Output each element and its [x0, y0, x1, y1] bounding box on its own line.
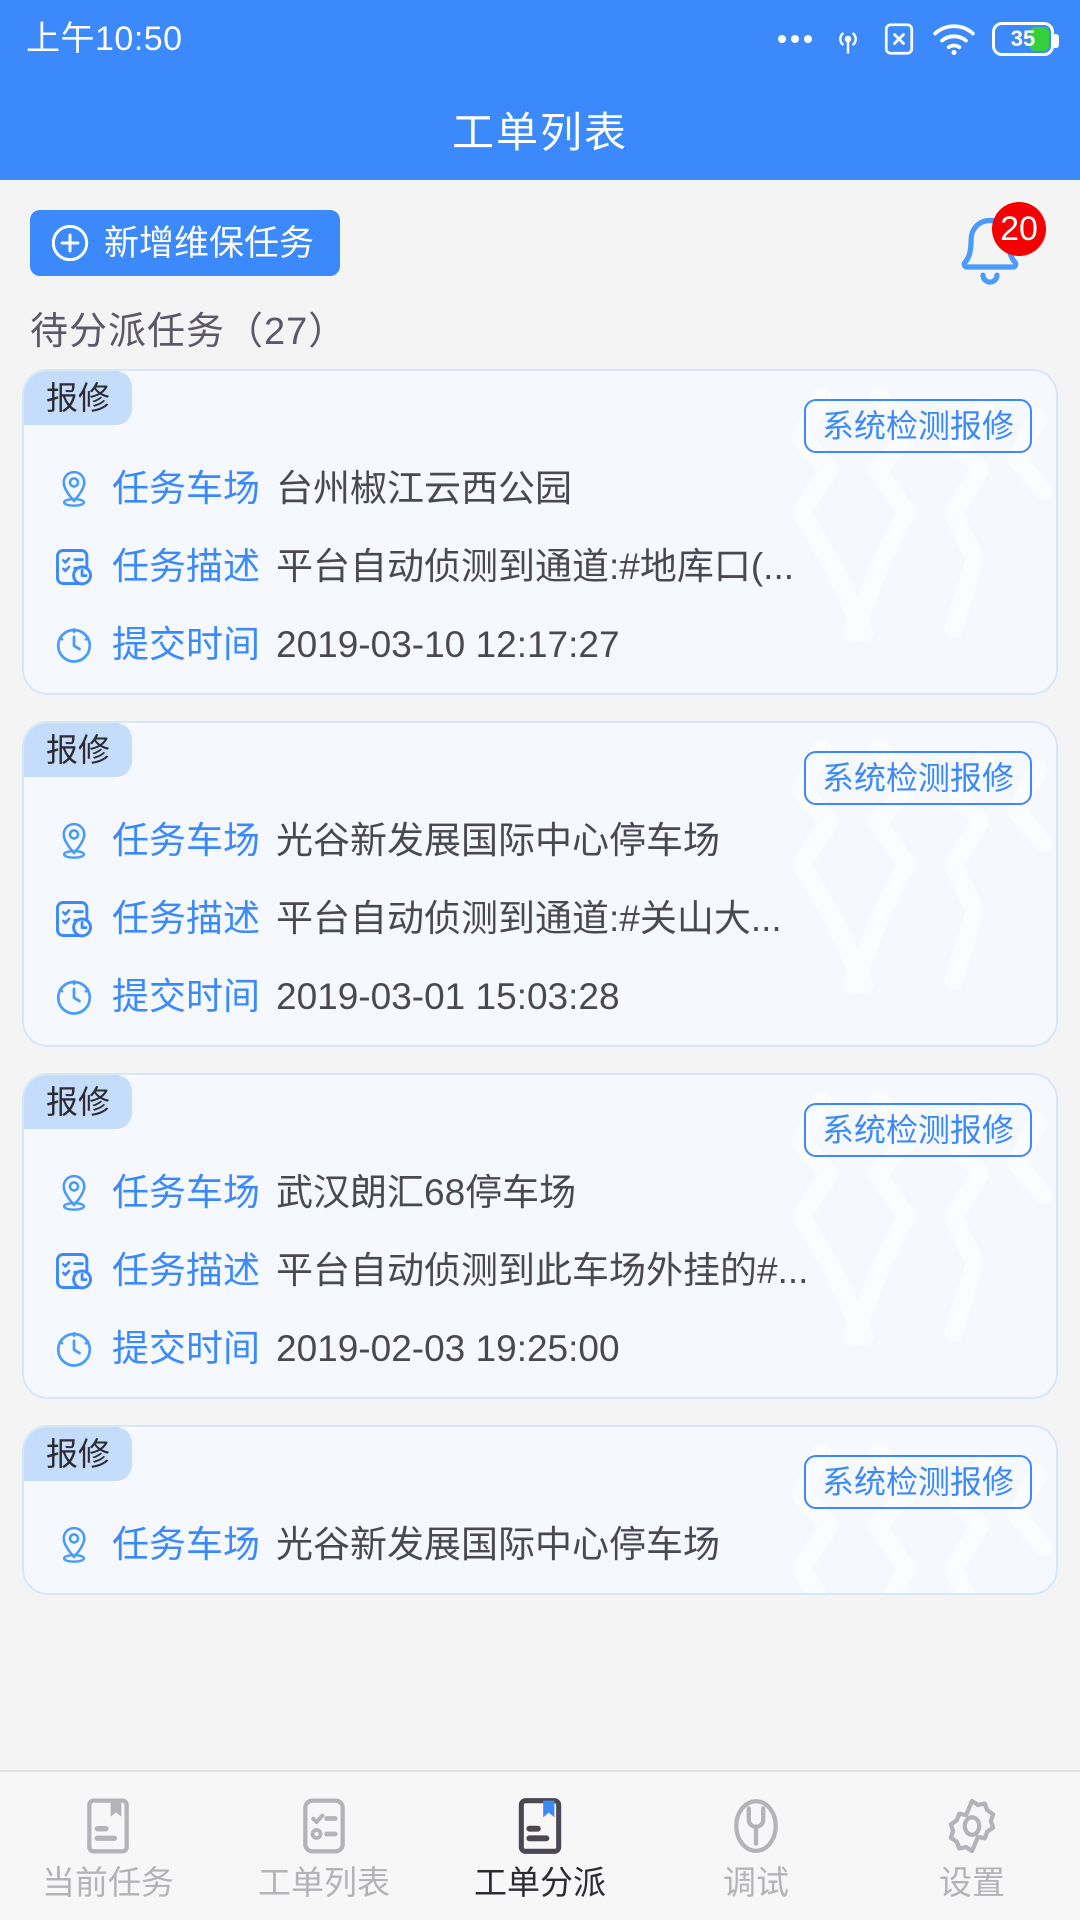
task-time-value: 2019-03-10 12:17:27: [276, 624, 620, 665]
task-source-badge: 系统检测报修: [803, 751, 1032, 805]
task-time-row: 提交时间 2019-03-10 12:17:27: [24, 623, 1056, 667]
task-description-row: 任务描述 平台自动侦测到通道:#地库口(...: [24, 545, 1056, 589]
task-card[interactable]: 报修 系统检测报修 任务车场 武汉朗汇68停车场 任务描述 平台自动侦测到此车场…: [22, 1073, 1058, 1399]
task-source-badge: 系统检测报修: [803, 399, 1032, 453]
battery-icon: 35: [992, 22, 1059, 56]
wrench-icon: [734, 1798, 778, 1853]
add-maintenance-task-label: 新增维保任务: [104, 223, 315, 263]
more-dots-icon: [778, 35, 812, 43]
notification-badge: 20: [992, 202, 1046, 256]
document-bookmark-filled-icon: [518, 1797, 562, 1854]
task-time-row: 提交时间 2019-02-03 19:25:00: [24, 1327, 1056, 1371]
task-time-label: 提交时间: [112, 975, 260, 1017]
task-time-value: 2019-02-03 19:25:00: [276, 1328, 620, 1369]
location-pin-icon: [62, 1526, 86, 1563]
clock-icon: [56, 1331, 92, 1367]
nfc-icon: [839, 32, 857, 54]
sim-x-icon: [884, 23, 914, 55]
task-site-value: 武汉朗汇68停车场: [276, 1172, 577, 1213]
app-root: 上午10:50 35 工单列表 新增维保任务 20 待分派任务（27） 报修 系…: [0, 0, 1080, 1920]
task-card[interactable]: 报修 系统检测报修 任务车场 光谷新发展国际中心停车场: [22, 1425, 1058, 1595]
task-type-badge: 报修: [24, 371, 133, 425]
task-description-label: 任务描述: [112, 1249, 260, 1291]
task-time-row: 提交时间 2019-03-01 15:03:28: [24, 975, 1056, 1019]
task-description-value: 平台自动侦测到通道:#地库口(...: [276, 546, 795, 587]
task-site-row: 任务车场 光谷新发展国际中心停车场: [24, 819, 1056, 863]
toolbar: 新增维保任务 20: [0, 180, 1080, 294]
status-bar-icons: 35: [778, 21, 1059, 57]
clock-icon: [56, 979, 92, 1015]
task-site-label: 任务车场: [112, 1523, 260, 1565]
plus-circle-icon: [51, 224, 89, 262]
task-type-badge: 报修: [24, 1075, 133, 1129]
clipboard-clock-icon: [56, 901, 92, 938]
card-header: 报修 系统检测报修: [24, 1427, 1056, 1523]
task-time-value: 2019-03-01 15:03:28: [276, 976, 620, 1017]
task-site-row: 任务车场 武汉朗汇68停车场: [24, 1171, 1056, 1215]
tab-order-assign-label: 工单分派: [474, 1863, 606, 1901]
gear-icon: [948, 1798, 996, 1853]
clipboard-clock-icon: [56, 1253, 92, 1290]
task-description-label: 任务描述: [112, 897, 260, 939]
tab-current-task[interactable]: 当前任务: [0, 1772, 216, 1920]
task-site-label: 任务车场: [112, 467, 260, 509]
task-site-row: 任务车场 台州椒江云西公园: [24, 467, 1056, 511]
clock-icon: [56, 627, 92, 663]
task-description-row: 任务描述 平台自动侦测到通道:#关山大...: [24, 897, 1056, 941]
task-type-badge: 报修: [24, 1427, 133, 1481]
task-site-row: 任务车场 光谷新发展国际中心停车场: [24, 1523, 1056, 1567]
location-pin-icon: [62, 1174, 86, 1211]
wifi-icon: [933, 24, 975, 56]
tab-order-list[interactable]: 工单列表: [216, 1772, 432, 1920]
card-header: 报修 系统检测报修: [24, 371, 1056, 467]
battery-level: 35: [1010, 26, 1036, 51]
status-bar-time: 上午10:50: [26, 20, 183, 58]
status-bar: 上午10:50 35: [0, 0, 1080, 78]
tab-settings-label: 设置: [939, 1863, 1005, 1901]
tab-settings[interactable]: 设置: [864, 1772, 1080, 1920]
task-site-label: 任务车场: [112, 1171, 260, 1213]
section-title: 待分派任务（27）: [30, 311, 348, 353]
tab-debug[interactable]: 调试: [648, 1772, 864, 1920]
location-pin-icon: [62, 470, 86, 507]
task-site-value: 光谷新发展国际中心停车场: [276, 1524, 720, 1565]
task-time-label: 提交时间: [112, 623, 260, 665]
app-bar: 工单列表: [0, 78, 1080, 180]
bottom-tab-bar: 当前任务 工单列表 工单分派 调试 设置: [0, 1770, 1080, 1920]
task-list[interactable]: 报修 系统检测报修 任务车场 台州椒江云西公园 任务描述 平台自动侦测到通道:#…: [0, 369, 1080, 1770]
task-source-badge: 系统检测报修: [803, 1455, 1032, 1509]
task-card[interactable]: 报修 系统检测报修 任务车场 台州椒江云西公园 任务描述 平台自动侦测到通道:#…: [22, 369, 1058, 695]
tab-order-assign[interactable]: 工单分派: [432, 1772, 648, 1920]
card-header: 报修 系统检测报修: [24, 1075, 1056, 1171]
task-site-value: 光谷新发展国际中心停车场: [276, 820, 720, 861]
tab-debug-label: 调试: [723, 1863, 789, 1901]
task-description-label: 任务描述: [112, 545, 260, 587]
task-description-row: 任务描述 平台自动侦测到此车场外挂的#...: [24, 1249, 1056, 1293]
task-site-value: 台州椒江云西公园: [276, 468, 572, 509]
task-site-label: 任务车场: [112, 819, 260, 861]
task-card[interactable]: 报修 系统检测报修 任务车场 光谷新发展国际中心停车场: [22, 721, 1058, 1047]
tab-current-task-label: 当前任务: [42, 1863, 174, 1901]
document-bookmark-icon: [87, 1798, 129, 1853]
task-description-value: 平台自动侦测到此车场外挂的#...: [276, 1250, 809, 1291]
page-title: 工单列表: [451, 108, 628, 156]
task-description-value: 平台自动侦测到通道:#关山大...: [276, 898, 782, 939]
add-maintenance-task-button[interactable]: 新增维保任务: [30, 210, 341, 276]
task-time-label: 提交时间: [112, 1327, 260, 1369]
notification-button[interactable]: 20: [948, 202, 1046, 294]
task-source-badge: 系统检测报修: [803, 1103, 1032, 1157]
card-header: 报修 系统检测报修: [24, 723, 1056, 819]
clipboard-clock-icon: [56, 549, 92, 586]
task-type-badge: 报修: [24, 723, 133, 777]
checklist-icon: [303, 1798, 345, 1853]
location-pin-icon: [62, 822, 86, 859]
tab-order-list-label: 工单列表: [258, 1863, 390, 1901]
